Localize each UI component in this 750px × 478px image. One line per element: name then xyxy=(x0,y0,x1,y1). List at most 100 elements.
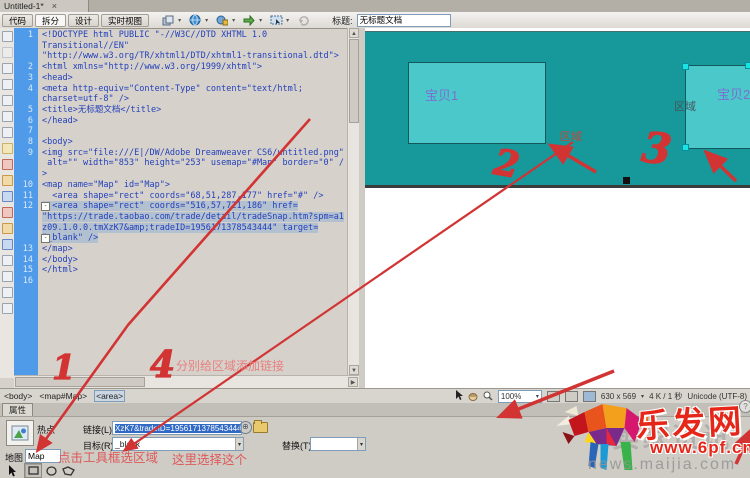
visual-aids-icon[interactable] xyxy=(269,14,283,27)
code-line[interactable]: 3<head> xyxy=(14,73,347,84)
syntax-error-alerts-icon[interactable] xyxy=(2,175,13,186)
code-view-button[interactable]: 代码 xyxy=(2,14,33,27)
tag-area-selected[interactable]: <area> xyxy=(94,390,125,402)
tab-properties[interactable]: 属性 xyxy=(2,403,33,416)
selection-handle[interactable] xyxy=(745,62,750,69)
scrollbar-thumb[interactable] xyxy=(15,377,145,387)
collapse-selection-icon[interactable] xyxy=(2,79,13,90)
scroll-down-icon[interactable]: ▼ xyxy=(349,365,359,375)
move-css-icon[interactable] xyxy=(2,255,13,266)
selection-handle[interactable] xyxy=(682,63,689,70)
split-view-button[interactable]: 拆分 xyxy=(35,14,66,27)
dropdown-arrow: ▾ xyxy=(205,17,208,24)
code-line[interactable]: 1<!DOCTYPE html PUBLIC "-//W3C//DTD XHTM… xyxy=(14,30,347,62)
show-code-navigator-icon[interactable] xyxy=(2,47,13,58)
select-parent-tag-icon[interactable] xyxy=(2,111,13,122)
code-line[interactable]: 7 xyxy=(14,126,347,137)
document-tab-title: Untitled-1* xyxy=(4,1,44,11)
collapse-full-tag-icon[interactable] xyxy=(2,63,13,74)
code-line-selected[interactable]: 12 <area shape="rect" coords="516,57,721… xyxy=(14,201,347,244)
expand-all-icon[interactable] xyxy=(2,95,13,106)
properties-tab-row: 属性 xyxy=(0,403,750,417)
tag-body[interactable]: <body> xyxy=(4,391,32,401)
code-line[interactable]: 10<map name="Map" id="Map"> xyxy=(14,180,347,191)
live-view-button[interactable]: 实时视图 xyxy=(101,14,149,27)
apply-comment-icon[interactable] xyxy=(2,191,13,202)
area-label-red: 区域 xyxy=(560,128,582,144)
code-line[interactable]: 16 xyxy=(14,276,347,287)
image-resize-handle[interactable] xyxy=(623,177,630,184)
browse-folder-icon[interactable] xyxy=(253,422,268,433)
scroll-up-icon[interactable]: ▲ xyxy=(349,28,359,38)
outdent-code-icon[interactable] xyxy=(2,287,13,298)
point-to-file-icon[interactable]: ⊕ xyxy=(239,421,252,434)
tablet-size-icon[interactable] xyxy=(565,391,578,402)
alt-label: 替换(T) xyxy=(282,439,312,452)
selection-handle[interactable] xyxy=(682,144,689,151)
format-source-icon[interactable] xyxy=(2,303,13,314)
validate-markup-icon[interactable] xyxy=(242,14,256,27)
polygon-hotspot-tool[interactable] xyxy=(59,463,77,478)
tag-selector: <body> <map#Map> <area> xyxy=(4,391,125,401)
link-input[interactable]: XzK7&tradeID=1956171378543444 xyxy=(112,421,242,435)
image-map-canvas[interactable]: 宝贝1 区域 宝贝2 区域 xyxy=(365,31,750,188)
document-title-input[interactable] xyxy=(357,14,451,27)
design-view-button[interactable]: 设计 xyxy=(68,14,99,27)
code-line[interactable]: 4<meta http-equiv="Content-Type" content… xyxy=(14,84,347,105)
chevron-down-icon: ▾ xyxy=(641,393,644,400)
tag-map[interactable]: <map#Map> xyxy=(39,391,87,401)
code-view[interactable]: 1<!DOCTYPE html PUBLIC "-//W3C//DTD XHTM… xyxy=(14,30,347,287)
close-icon[interactable]: × xyxy=(52,2,57,11)
select-tool-icon[interactable] xyxy=(455,390,463,403)
document-toolbar: 代码 拆分 设计 实时视图 ▾ ▾ ▾ ▾ ▾ 标题: xyxy=(0,12,750,29)
code-line[interactable]: 2<html xmlns="http://www.w3.org/1999/xht… xyxy=(14,62,347,73)
code-line[interactable]: 14</body> xyxy=(14,255,347,266)
preview-in-browser-icon[interactable] xyxy=(188,14,202,27)
document-tab[interactable]: Untitled-1* × xyxy=(0,0,89,12)
code-line[interactable]: 11 <area shape="rect" coords="68,51,287,… xyxy=(14,191,347,202)
hotspot-thumbnail-button[interactable] xyxy=(6,420,34,446)
code-line[interactable]: 8<body> xyxy=(14,137,347,148)
remove-comment-icon[interactable] xyxy=(2,207,13,218)
recent-snippets-icon[interactable] xyxy=(2,239,13,250)
code-line[interactable]: 13</map> xyxy=(14,244,347,255)
indent-code-icon[interactable] xyxy=(2,271,13,282)
code-horizontal-scrollbar[interactable]: ▶ xyxy=(14,375,359,389)
zoom-tool-icon[interactable] xyxy=(483,391,493,403)
scroll-right-icon[interactable]: ▶ xyxy=(348,377,358,387)
check-browser-compat-icon[interactable] xyxy=(215,14,229,27)
wrap-tag-icon[interactable] xyxy=(2,223,13,234)
code-line[interactable]: 5<title>无标题文档</title> xyxy=(14,105,347,116)
code-line[interactable]: 6</head> xyxy=(14,116,347,127)
link-label: 链接(L) xyxy=(83,423,112,436)
target-dropdown[interactable]: _blank ▾ xyxy=(112,437,244,451)
magnification-select[interactable]: 100%▾ xyxy=(498,390,542,403)
download-size-value: 4 K / 1 秒 xyxy=(649,391,682,402)
oval-hotspot-tool[interactable] xyxy=(42,463,60,478)
rectangular-hotspot-tool[interactable] xyxy=(24,463,42,478)
balance-braces-icon[interactable] xyxy=(2,127,13,138)
line-numbers-icon[interactable] xyxy=(2,143,13,154)
open-documents-icon[interactable] xyxy=(2,31,13,42)
collapse-icon[interactable] xyxy=(41,234,50,243)
desktop-size-icon[interactable] xyxy=(583,391,596,402)
code-line[interactable]: 15</html> xyxy=(14,265,347,276)
map-name-input[interactable] xyxy=(25,449,61,463)
area-label-gray: 区域 xyxy=(674,98,696,114)
code-line[interactable]: 9<img src="file:///E|/DW/Adobe Dreamweav… xyxy=(14,148,347,180)
refresh-icon xyxy=(296,14,310,27)
dropdown-arrow: ▾ xyxy=(232,17,235,24)
hotspot-area-1[interactable]: 宝贝1 xyxy=(408,62,546,144)
scrollbar-thumb[interactable] xyxy=(349,39,359,123)
mobile-size-icon[interactable] xyxy=(547,391,560,402)
highlight-invalid-code-icon[interactable] xyxy=(2,159,13,170)
collapse-icon[interactable] xyxy=(41,202,50,211)
design-view[interactable]: 宝贝1 区域 宝贝2 区域 xyxy=(365,28,750,388)
hand-tool-icon[interactable] xyxy=(468,391,478,403)
hotspot-label: 热点 xyxy=(37,423,55,436)
alt-dropdown[interactable]: ▾ xyxy=(310,437,366,451)
link-value-selected: XzK7&tradeID=1956171378543444 xyxy=(115,424,242,433)
pointer-hotspot-tool[interactable] xyxy=(3,463,21,478)
file-management-icon[interactable] xyxy=(161,14,175,27)
window-size-value[interactable]: 630 x 569 xyxy=(601,392,636,401)
